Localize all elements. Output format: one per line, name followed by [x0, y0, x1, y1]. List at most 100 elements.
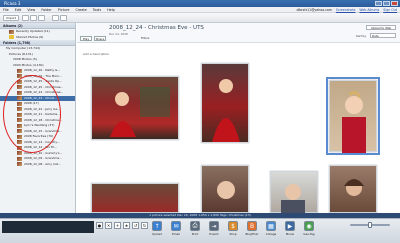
highlight-annotation-oval	[3, 75, 61, 153]
folder-thumb	[17, 68, 22, 73]
menu-edit[interactable]: Edit	[15, 8, 22, 12]
menu-file[interactable]: File	[3, 8, 9, 12]
upload-button[interactable]: ↑ Upload	[150, 221, 164, 236]
view-grid-icon[interactable]	[38, 15, 45, 21]
view-library-icon[interactable]	[22, 15, 29, 21]
folder-thumb	[17, 162, 22, 167]
filters-label: Filters	[141, 36, 150, 40]
tray-thumb[interactable]	[11, 222, 18, 232]
play-slideshow-button[interactable]: Play	[80, 36, 92, 41]
sort-select[interactable]: Date	[370, 33, 396, 38]
tray-thumb[interactable]	[48, 222, 55, 232]
photo-thumbnail-selected[interactable]	[326, 77, 380, 155]
share-button[interactable]: Share	[94, 36, 106, 41]
shop-icon: $	[228, 221, 238, 231]
tray-thumb[interactable]	[71, 222, 78, 232]
menu-create[interactable]: Create	[75, 8, 86, 12]
link-sign-out[interactable]: Sign Out	[383, 8, 397, 12]
tray-thumb[interactable]	[3, 222, 10, 232]
movie-button[interactable]: ▶ Movie	[283, 221, 297, 236]
sort-label: Sort by	[355, 34, 366, 38]
tray-controls: ● ✕ + ★ ↺ ↻	[96, 222, 148, 229]
photo-thumbnail[interactable]	[329, 165, 377, 213]
star-icon[interactable]: ★	[123, 222, 130, 229]
blogthis-label: BlogThis!	[245, 232, 259, 236]
collage-icon: ▦	[266, 221, 276, 231]
export-label: Export	[209, 232, 219, 236]
tray-thumb[interactable]	[18, 222, 25, 232]
print-button[interactable]: ⎙ Print	[188, 221, 202, 236]
hold-icon[interactable]: ●	[96, 222, 103, 229]
upload-icon: ↑	[152, 221, 162, 231]
movie-label: Movie	[285, 232, 295, 236]
album-thumb-icon	[9, 29, 14, 34]
folder-thumb	[17, 156, 22, 161]
photo-thumbnail[interactable]	[270, 171, 318, 214]
export-icon: ⇥	[209, 221, 219, 231]
tray-thumb[interactable]	[64, 222, 71, 232]
thumbnail-size-slider[interactable]	[350, 222, 390, 228]
menu-folder[interactable]: Folder	[41, 8, 51, 12]
folder-label: 2008_12_08 - Amy Cat...	[24, 161, 61, 166]
geotag-button[interactable]: ◉ Geo-Tag	[302, 221, 316, 236]
movie-icon: ▶	[285, 221, 295, 231]
view-list-icon[interactable]	[30, 15, 37, 21]
upload-to-web-button[interactable]: Upload to Web	[366, 25, 396, 30]
tray-thumb[interactable]	[79, 222, 86, 232]
photo-image	[212, 79, 240, 142]
tray-thumb[interactable]	[56, 222, 63, 232]
tray-thumb[interactable]	[86, 222, 93, 232]
window-controls	[375, 1, 398, 6]
close-button[interactable]	[391, 1, 398, 6]
collapse-icon[interactable]	[52, 15, 59, 21]
photo-thumbnail[interactable]	[91, 76, 179, 140]
geotag-label: Geo-Tag	[303, 232, 315, 236]
photo-image	[217, 181, 235, 199]
shop-label: Shop	[229, 232, 237, 236]
tray-thumb[interactable]	[26, 222, 33, 232]
window-title-text: Picasa 3	[4, 1, 21, 6]
photo-image	[342, 90, 366, 153]
rotate-left-icon[interactable]: ↺	[132, 222, 139, 229]
clear-tray-icon[interactable]: ✕	[105, 222, 112, 229]
tray-thumb[interactable]	[41, 222, 48, 232]
export-button[interactable]: ⇥ Export	[207, 221, 221, 236]
menu-tools[interactable]: Tools	[93, 8, 101, 12]
collage-label: Collage	[265, 232, 277, 236]
photo-tray[interactable]	[2, 221, 94, 233]
link-screenshots[interactable]: Screenshots	[336, 8, 356, 12]
tray-thumb[interactable]	[33, 222, 40, 232]
folder-thumb	[17, 151, 22, 156]
print-icon: ⎙	[190, 221, 200, 231]
toolbar: Import	[0, 13, 400, 23]
album-title[interactable]: 2008_12_24 - Christmas Eve - UTS	[109, 25, 204, 31]
add-to-album-icon[interactable]: +	[114, 222, 121, 229]
menu-help[interactable]: Help	[107, 8, 115, 12]
minimize-button[interactable]	[375, 1, 382, 6]
star-icon	[9, 35, 14, 40]
photo-thumbnail[interactable]	[201, 165, 249, 213]
folder-item[interactable]: 2008_12_08 - Amy Cat...	[0, 162, 75, 168]
rotate-right-icon[interactable]: ↻	[141, 222, 148, 229]
shop-button[interactable]: $ Shop	[226, 221, 240, 236]
album-date: Dec 24, 2008	[109, 32, 128, 36]
slider-knob[interactable]	[368, 222, 372, 228]
print-label: Print	[191, 232, 199, 236]
photo-image	[344, 179, 364, 196]
blogthis-button[interactable]: B BlogThis!	[245, 221, 259, 236]
bottom-tray: ● ✕ + ★ ↺ ↻ ↑ Upload ✉ Email ⎙ Print ⇥ Export $ S…	[0, 218, 400, 243]
collage-button[interactable]: ▦ Collage	[264, 221, 278, 236]
email-label: Email	[172, 232, 180, 236]
menu-picture[interactable]: Picture	[58, 8, 70, 12]
maximize-button[interactable]	[383, 1, 390, 6]
geotag-icon: ◉	[304, 221, 314, 231]
photo-thumbnail[interactable]	[91, 183, 179, 213]
link-web-albums[interactable]: Web Albums	[359, 8, 379, 12]
import-button[interactable]: Import	[3, 15, 19, 21]
menu-view[interactable]: View	[27, 8, 35, 12]
email-button[interactable]: ✉ Email	[169, 221, 183, 236]
photo-thumbnail[interactable]	[201, 63, 249, 143]
add-description-field[interactable]: Add a description	[83, 52, 109, 56]
expand-icon[interactable]	[60, 15, 67, 21]
photo-image	[281, 184, 305, 214]
